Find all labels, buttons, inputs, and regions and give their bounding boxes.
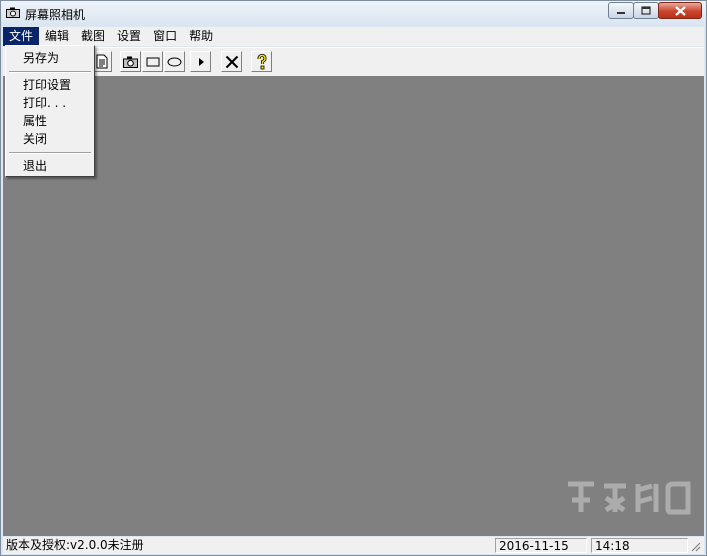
watermark-logo <box>568 481 691 515</box>
close-icon <box>674 5 686 16</box>
ellipse-capture-button[interactable] <box>164 51 185 72</box>
menu-edit[interactable]: 编辑 <box>39 27 75 46</box>
camera-button[interactable] <box>120 51 141 72</box>
menu-bar: 文件 编辑 截图 设置 窗口 帮助 <box>3 27 704 46</box>
toolbar <box>3 47 704 77</box>
play-button[interactable] <box>190 51 211 72</box>
window-title: 屏幕照相机 <box>25 8 86 22</box>
maximize-button[interactable] <box>633 2 659 19</box>
caption-buttons <box>608 2 702 19</box>
resize-grip-icon[interactable] <box>689 540 701 552</box>
cancel-capture-button[interactable] <box>221 51 242 72</box>
menu-file[interactable]: 文件 <box>3 27 40 46</box>
menu-item-properties[interactable]: 属性 <box>23 113 47 129</box>
close-button[interactable] <box>658 2 702 19</box>
menu-item-print[interactable]: 打印. . . <box>23 95 66 111</box>
capture-workspace[interactable] <box>3 76 704 536</box>
status-time: 14:18 <box>591 538 688 553</box>
file-menu-dropdown: 另存为 打印设置 打印. . . 属性 关闭 退出 <box>5 45 95 177</box>
menu-separator <box>9 71 91 73</box>
menu-item-close[interactable]: 关闭 <box>23 131 47 147</box>
rectangle-capture-button[interactable] <box>142 51 163 72</box>
minimize-button[interactable] <box>608 2 634 19</box>
minimize-icon <box>617 11 625 14</box>
menu-capture[interactable]: 截图 <box>75 27 111 46</box>
status-date: 2016-11-15 <box>495 538 587 553</box>
menu-help[interactable]: 帮助 <box>183 27 219 46</box>
menu-settings[interactable]: 设置 <box>111 27 147 46</box>
help-button[interactable] <box>251 51 272 72</box>
app-window: 屏幕照相机 文件 编辑 截图 设置 窗口 帮助 版本及授权:v2.0.0未注册 … <box>0 0 707 556</box>
document-icon <box>96 54 107 69</box>
maximize-icon <box>641 6 651 15</box>
camera-app-icon <box>6 7 20 18</box>
camera-icon <box>123 56 138 68</box>
menu-window[interactable]: 窗口 <box>147 27 183 46</box>
menu-item-exit[interactable]: 退出 <box>23 158 47 174</box>
close-x-icon <box>225 55 238 68</box>
rectangle-icon <box>146 57 159 66</box>
help-key-icon <box>257 53 267 69</box>
title-bar[interactable]: 屏幕照相机 <box>1 1 706 26</box>
menu-item-save-as[interactable]: 另存为 <box>23 50 59 66</box>
status-version: 版本及授权:v2.0.0未注册 <box>6 538 144 552</box>
menu-separator <box>9 152 91 154</box>
menu-item-print-setup[interactable]: 打印设置 <box>23 77 71 93</box>
play-arrow-icon <box>198 57 204 66</box>
status-bar: 版本及授权:v2.0.0未注册 2016-11-15 14:18 <box>3 537 704 554</box>
ellipse-icon <box>167 57 182 66</box>
